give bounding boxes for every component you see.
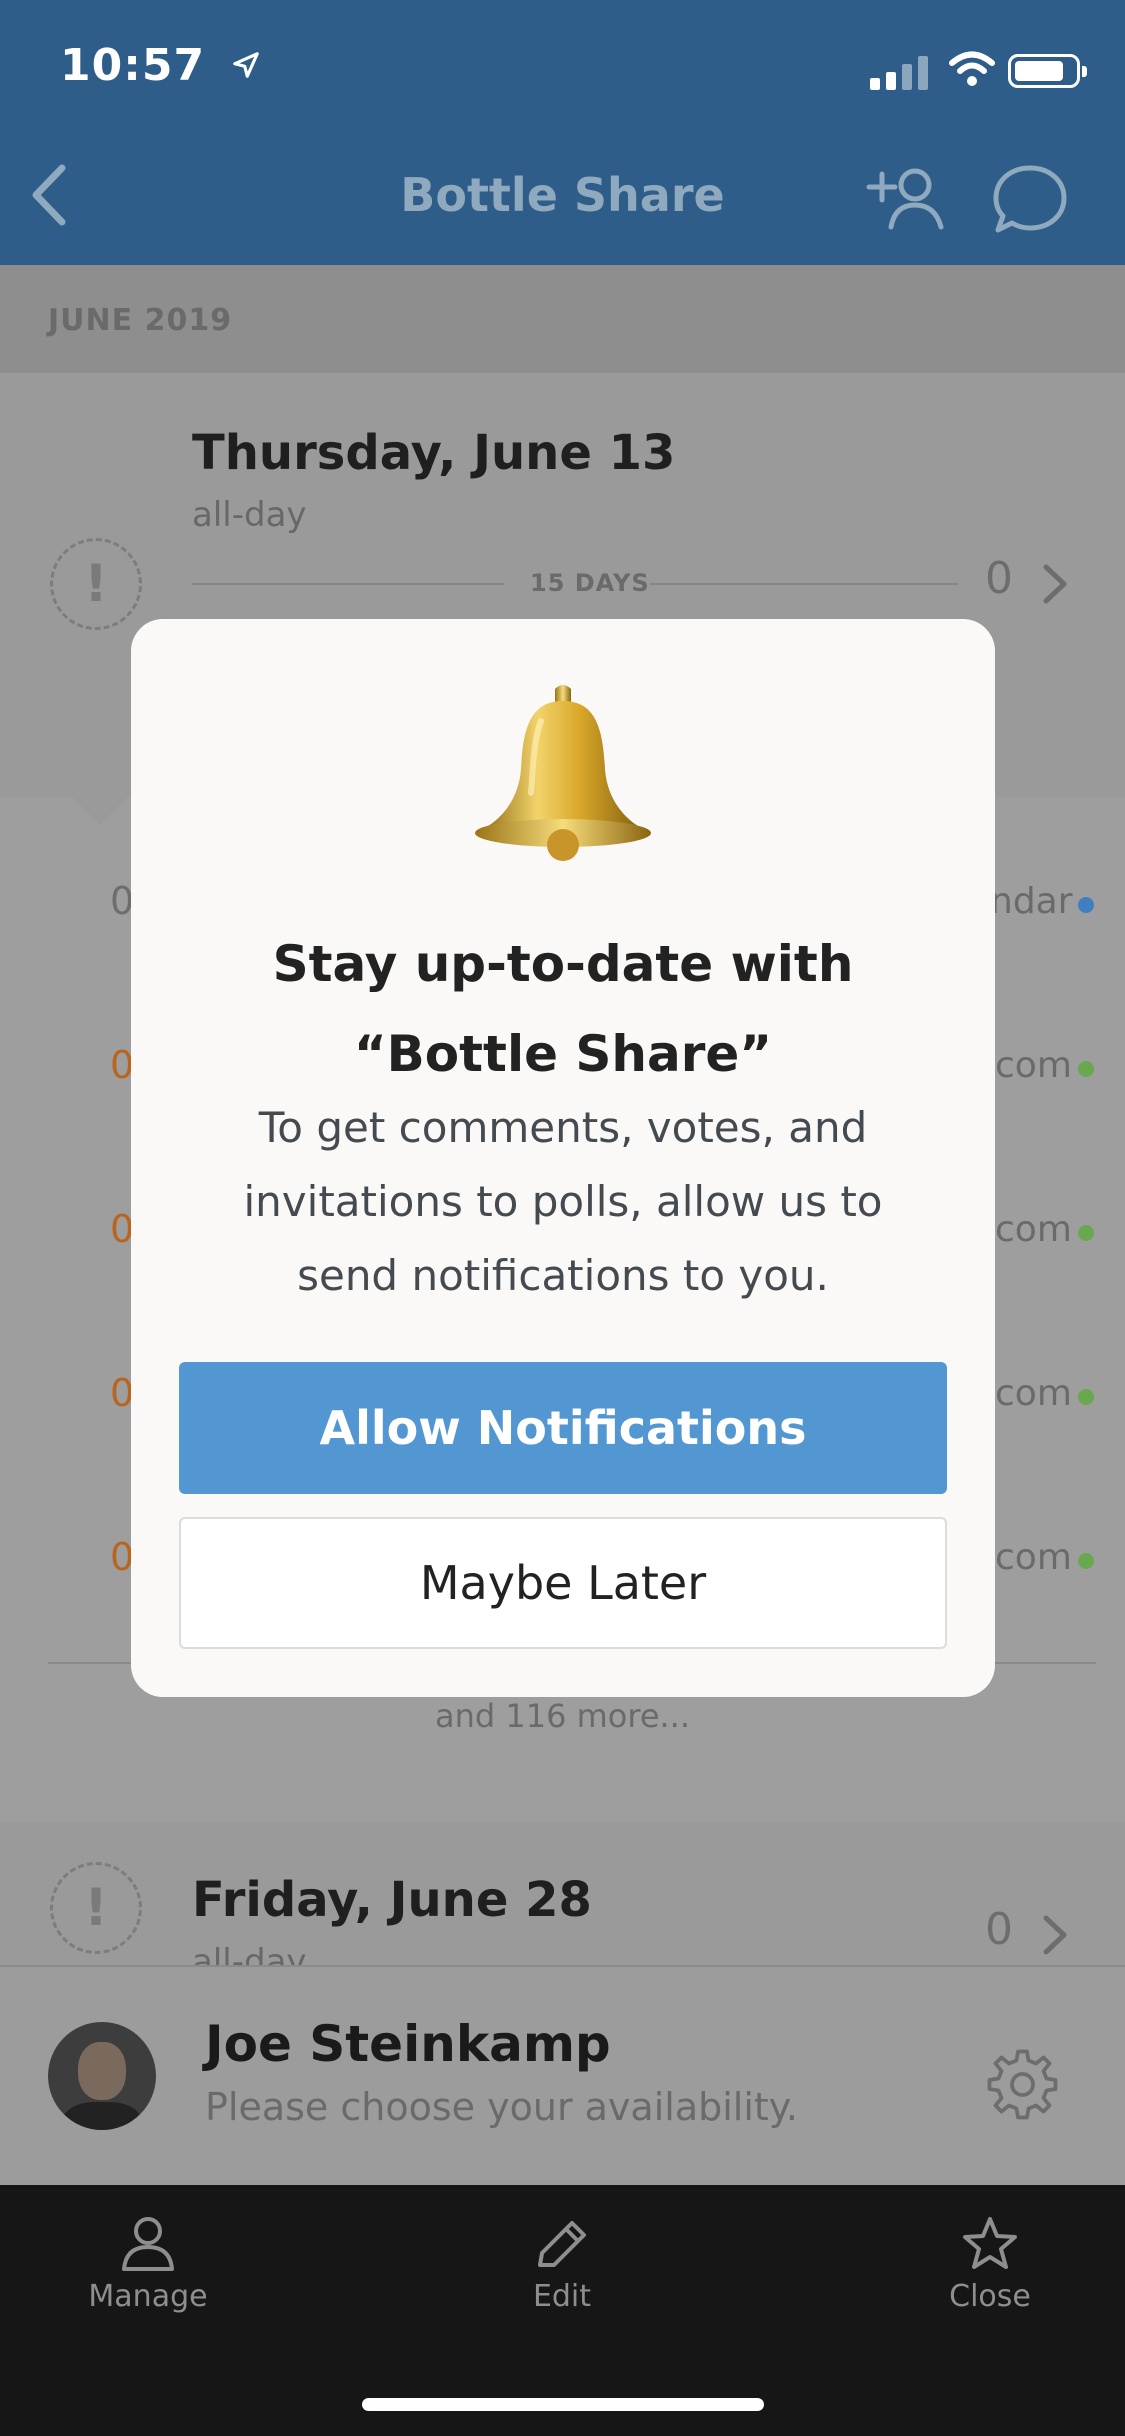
dialog-message-line: send notifications to you. bbox=[297, 1251, 829, 1300]
bell-icon bbox=[475, 685, 651, 861]
dialog-message-line: To get comments, votes, and bbox=[258, 1103, 868, 1152]
allow-notifications-button[interactable]: Allow Notifications bbox=[179, 1362, 947, 1494]
tab-manage[interactable]: Manage bbox=[48, 2215, 248, 2314]
battery-icon bbox=[1008, 54, 1087, 88]
response-count: 0 bbox=[985, 1904, 1013, 1955]
status-dot bbox=[1078, 897, 1094, 913]
top-bar: 10:57 Bottle Share bbox=[0, 0, 1125, 265]
dialog-message: To get comments, votes, and invitations … bbox=[191, 1091, 935, 1313]
dialog-title-line: “Bottle Share” bbox=[353, 1025, 773, 1083]
avatar bbox=[48, 2022, 156, 2130]
warning-icon: ! bbox=[50, 1862, 142, 1954]
month-label: JUNE 2019 bbox=[48, 303, 233, 338]
row-suffix: com bbox=[995, 1209, 1072, 1250]
tab-label: Manage bbox=[88, 2279, 208, 2314]
notification-permission-dialog: Stay up-to-date with “Bottle Share” To g… bbox=[131, 619, 995, 1697]
dialog-title-line: Stay up-to-date with bbox=[272, 935, 854, 993]
countdown-line-right bbox=[650, 583, 958, 585]
maybe-later-button[interactable]: Maybe Later bbox=[179, 1517, 947, 1649]
chat-bubble-icon[interactable] bbox=[990, 162, 1070, 237]
day-title: Thursday, June 13 bbox=[192, 425, 676, 481]
wifi-icon bbox=[949, 51, 995, 86]
tab-close[interactable]: Close bbox=[890, 2215, 1090, 2314]
row-suffix: com bbox=[995, 1045, 1072, 1086]
tab-label: Close bbox=[949, 2279, 1031, 2314]
location-arrow-icon bbox=[233, 52, 260, 78]
day-title: Friday, June 28 bbox=[192, 1872, 592, 1928]
status-dot bbox=[1078, 1061, 1094, 1077]
tab-label: Edit bbox=[532, 2279, 592, 2314]
home-indicator[interactable] bbox=[362, 2398, 764, 2411]
pencil-icon bbox=[538, 2221, 586, 2267]
gear-icon[interactable] bbox=[985, 2047, 1060, 2122]
star-icon bbox=[963, 2217, 1017, 2269]
status-dot bbox=[1078, 1389, 1094, 1405]
page-title: Bottle Share bbox=[400, 168, 725, 222]
more-link[interactable]: and 116 more... bbox=[0, 1697, 1125, 1735]
user-name: Joe Steinkamp bbox=[205, 2015, 611, 2073]
day-subtitle: all-day bbox=[192, 495, 307, 535]
response-count: 0 bbox=[985, 553, 1013, 604]
add-person-icon[interactable] bbox=[865, 165, 945, 235]
row-suffix: com bbox=[995, 1537, 1072, 1578]
status-dot bbox=[1078, 1553, 1094, 1569]
row-suffix: ndar bbox=[990, 881, 1073, 922]
countdown-label: 15 DAYS bbox=[530, 569, 650, 597]
row-suffix: com bbox=[995, 1373, 1072, 1414]
day-row[interactable]: ! Friday, June 28 all-day 0 bbox=[0, 1822, 1125, 1965]
status-time: 10:57 bbox=[60, 40, 261, 91]
countdown-line-left bbox=[192, 583, 504, 585]
dialog-title: Stay up-to-date with “Bottle Share” bbox=[171, 919, 955, 1099]
person-icon bbox=[122, 2217, 174, 2271]
dialog-message-line: invitations to polls, allow us to bbox=[243, 1177, 883, 1226]
status-time-text: 10:57 bbox=[60, 40, 206, 91]
user-status: Please choose your availability. bbox=[205, 2085, 798, 2129]
status-dot bbox=[1078, 1225, 1094, 1241]
month-section-header: JUNE 2019 bbox=[0, 265, 1125, 373]
user-bar: Joe Steinkamp Please choose your availab… bbox=[0, 1965, 1125, 2185]
tab-edit[interactable]: Edit bbox=[462, 2215, 662, 2314]
panel-pointer bbox=[70, 795, 130, 825]
chevron-right-icon[interactable] bbox=[1040, 1912, 1070, 1958]
day-subtitle: all-day bbox=[192, 1942, 307, 1965]
chevron-right-icon[interactable] bbox=[1040, 561, 1070, 607]
status-indicators bbox=[870, 50, 1087, 90]
warning-icon: ! bbox=[50, 538, 142, 630]
